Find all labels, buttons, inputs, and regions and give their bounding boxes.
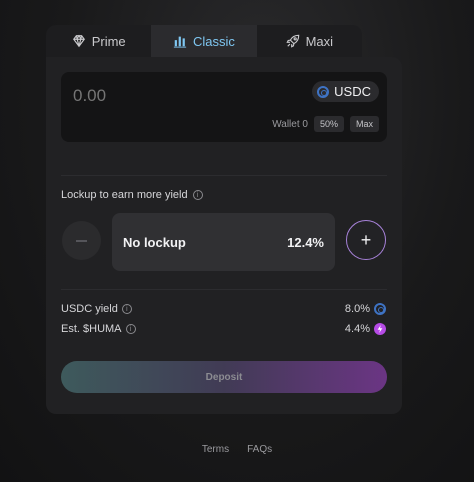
huma-bolt-icon — [374, 323, 386, 335]
tab-prime-label: Prime — [91, 33, 126, 49]
deposit-card: USDC Wallet 0 50% Max Lockup to earn mor… — [46, 57, 402, 414]
tab-maxi[interactable]: Maxi — [257, 25, 362, 57]
decrease-lockup-button[interactable] — [62, 221, 101, 260]
max-button[interactable]: Max — [349, 116, 379, 132]
lockup-title: Lockup to earn more yield i — [61, 189, 203, 201]
huma-value: 4.4% — [344, 323, 370, 335]
rocket-icon — [285, 34, 299, 48]
fifty-percent-button[interactable]: 50% — [313, 116, 344, 132]
faqs-link[interactable]: FAQs — [247, 444, 272, 455]
footer: Terms FAQs — [0, 444, 474, 455]
wallet-balance: Wallet 0 — [272, 118, 308, 130]
tab-classic-label: Classic — [193, 33, 235, 49]
terms-link[interactable]: Terms — [202, 444, 229, 455]
usdc-yield-value: 8.0% — [344, 303, 370, 315]
usdc-icon — [374, 303, 386, 315]
wallet-row: Wallet 0 50% Max — [272, 116, 379, 132]
stats-divider — [61, 289, 387, 290]
usdc-yield-label: USDC yield — [61, 303, 118, 315]
section-divider — [61, 175, 387, 176]
token-selector[interactable]: USDC — [312, 81, 379, 102]
lockup-option: No lockup 12.4% — [112, 213, 335, 271]
tab-maxi-label: Maxi — [305, 33, 334, 49]
bar-chart-icon — [173, 36, 187, 48]
increase-lockup-button[interactable]: + — [346, 220, 386, 260]
amount-input[interactable] — [73, 86, 233, 106]
deposit-button[interactable]: Deposit — [61, 361, 387, 393]
info-icon[interactable]: i — [125, 324, 136, 334]
huma-label: Est. $HUMA — [61, 323, 122, 335]
info-icon[interactable]: i — [192, 190, 203, 200]
diamond-icon — [72, 34, 85, 48]
lockup-title-text: Lockup to earn more yield — [61, 189, 188, 201]
minus-icon — [76, 239, 87, 242]
info-icon[interactable]: i — [121, 304, 132, 314]
lockup-option-label: No lockup — [123, 234, 186, 250]
tab-classic[interactable]: Classic — [151, 25, 257, 57]
product-tabs: Prime Classic Maxi — [46, 25, 362, 57]
tab-prime[interactable]: Prime — [46, 25, 151, 57]
usdc-yield-row: USDC yield i 8.0% — [61, 303, 386, 315]
usdc-icon — [317, 85, 330, 98]
plus-icon: + — [360, 229, 372, 250]
huma-row: Est. $HUMA i 4.4% — [61, 323, 386, 335]
lockup-option-rate: 12.4% — [287, 234, 324, 250]
token-label: USDC — [334, 84, 371, 99]
deposit-input-box: USDC Wallet 0 50% Max — [61, 72, 387, 142]
